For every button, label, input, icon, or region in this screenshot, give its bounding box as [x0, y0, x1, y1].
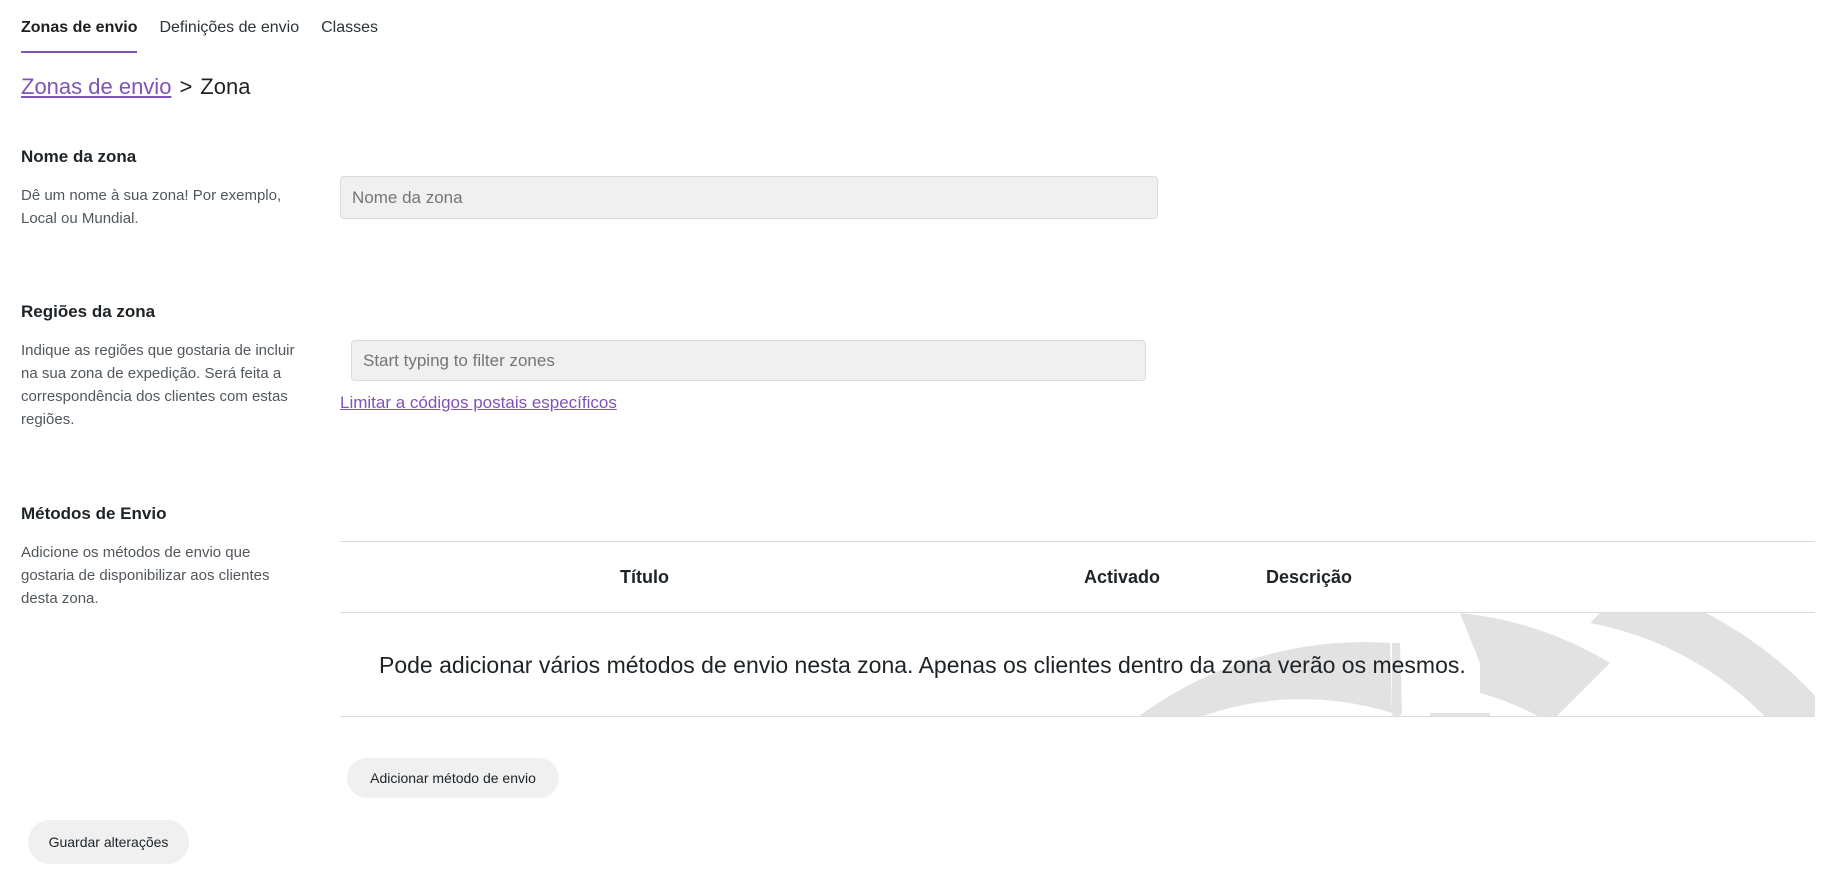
empty-methods-message: Pode adicionar vários métodos de envio n…: [379, 651, 1466, 678]
tab-shipping-classes[interactable]: Classes: [321, 0, 378, 54]
shipping-methods-description: Adicione os métodos de envio que gostari…: [21, 544, 270, 607]
zone-regions-title: Regiões da zona: [21, 302, 156, 321]
breadcrumb: Zonas de envio > Zona: [21, 74, 250, 100]
tab-shipping-options[interactable]: Definições de envio: [159, 0, 299, 54]
zone-regions-description: Indique as regiões que gostaria de inclu…: [21, 342, 295, 428]
breadcrumb-link-shipping-zones[interactable]: Zonas de envio: [21, 74, 171, 100]
zone-name-input[interactable]: [340, 176, 1158, 219]
shipping-methods-table: Título Activado Descrição Pode adicionar…: [340, 541, 1815, 717]
breadcrumb-separator: >: [179, 74, 193, 99]
limit-postcodes-link[interactable]: Limitar a códigos postais específicos: [340, 393, 617, 413]
add-shipping-method-button[interactable]: Adicionar método de envio: [347, 758, 559, 798]
tab-shipping-zones[interactable]: Zonas de envio: [21, 0, 138, 54]
save-changes-button[interactable]: Guardar alterações: [28, 820, 189, 864]
zone-regions-search-input[interactable]: [351, 340, 1146, 381]
table-empty-row: Pode adicionar vários métodos de envio n…: [340, 603, 1815, 716]
shipping-tabs: Zonas de envio Definições de envio Class…: [21, 0, 378, 54]
breadcrumb-current: Zona: [200, 74, 251, 99]
shipping-methods-title: Métodos de Envio: [21, 504, 167, 523]
zone-name-title: Nome da zona: [21, 147, 137, 166]
zone-name-description: Dê um nome à sua zona! Por exemplo, Loca…: [21, 187, 282, 227]
column-header-title: Título: [620, 567, 669, 587]
table-header: Título Activado Descrição: [340, 542, 1815, 613]
column-header-description: Descrição: [1266, 567, 1353, 587]
column-header-enabled: Activado: [1084, 567, 1161, 587]
